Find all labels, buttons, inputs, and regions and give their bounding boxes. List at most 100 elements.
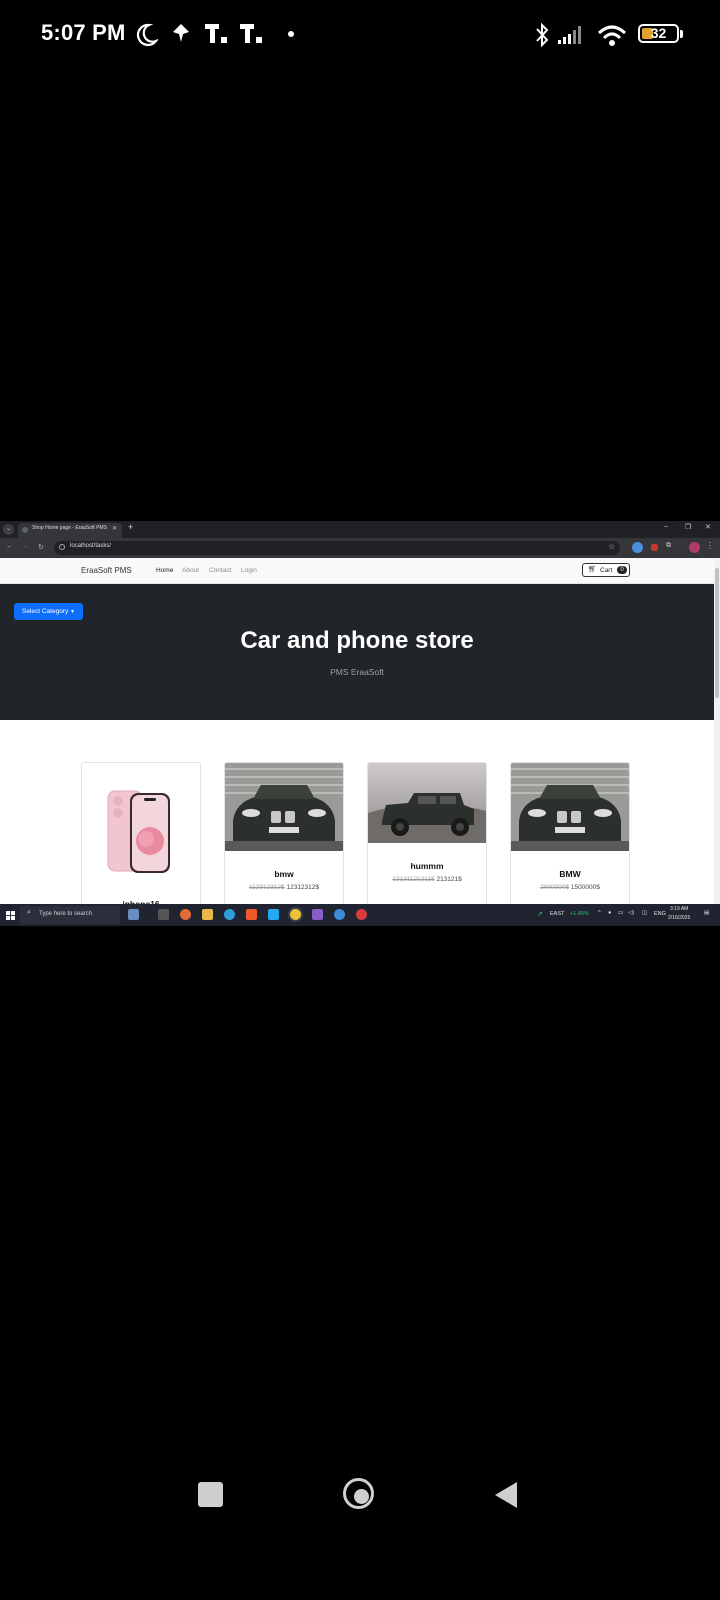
recents-button[interactable] — [198, 1482, 223, 1507]
product-new-price: 1500000$ — [570, 884, 600, 891]
tab-close-icon[interactable]: ✕ — [112, 525, 117, 532]
battery-nub — [680, 30, 683, 38]
dot-icon — [288, 31, 294, 37]
menu-kebab-icon[interactable]: ⋮ — [706, 541, 714, 550]
close-window-icon[interactable]: ✕ — [705, 523, 711, 531]
task-view-icon[interactable] — [158, 909, 169, 920]
stock-trend-icon: ↗ — [537, 911, 543, 918]
volume-icon[interactable]: ◁) — [628, 910, 634, 916]
network-icon[interactable]: ◫ — [642, 910, 647, 916]
notification-icon[interactable]: ▤ — [704, 910, 709, 916]
back-icon[interactable]: ← — [6, 543, 13, 550]
site-info-icon[interactable] — [59, 544, 65, 550]
file-explorer-icon[interactable] — [202, 909, 213, 920]
product-card[interactable]: iphone16 — [81, 762, 201, 922]
edge-icon[interactable] — [224, 909, 235, 920]
product-new-price: 213121$ — [436, 876, 462, 883]
hero-banner: Select Category ▼ Car and phone store PM… — [0, 584, 714, 720]
cart-button[interactable]: 🛒︎ Cart 0 — [582, 563, 630, 577]
battery-level: 32 — [650, 25, 667, 41]
widget-icon[interactable] — [128, 909, 139, 920]
product-image-bmw — [511, 763, 629, 851]
profile-avatar[interactable] — [689, 542, 700, 553]
pin-icon — [173, 24, 189, 42]
new-tab-button[interactable]: + — [128, 522, 133, 532]
scrollbar-thumb[interactable] — [715, 568, 719, 698]
nav-contact[interactable]: Contact — [209, 567, 231, 574]
product-title: bmw — [274, 869, 294, 879]
reload-icon[interactable]: ↻ — [38, 543, 44, 551]
brave-icon[interactable] — [246, 909, 257, 920]
product-old-price: 2000000$ — [540, 884, 570, 891]
hero-subtitle: PMS EraaSoft — [330, 667, 384, 677]
home-button-inner — [354, 1489, 369, 1504]
taskbar-search-box[interactable]: ⌕ Type here to search — [20, 906, 120, 924]
visual-studio-icon[interactable] — [312, 909, 323, 920]
extension-icon[interactable] — [632, 542, 643, 553]
weather-label[interactable]: EAST — [550, 911, 564, 917]
bookmark-star-icon[interactable]: ☆ — [608, 542, 615, 551]
browser-tab-active[interactable]: Shop Home page - EraaSoft PMS ✕ — [18, 523, 122, 538]
product-title: BMW — [559, 869, 581, 879]
product-price: 2000000$ 1500000$ — [511, 884, 629, 891]
cart-label: Cart — [600, 567, 613, 574]
battery-tray-icon[interactable]: ▭ — [618, 910, 623, 916]
browser-tab-strip: ⌄ Shop Home page - EraaSoft PMS ✕ + – ❐ … — [0, 521, 720, 538]
extensions-puzzle-icon[interactable]: ⧉ — [666, 542, 671, 550]
desktop-screenshot: ⌄ Shop Home page - EraaSoft PMS ✕ + – ❐ … — [0, 521, 720, 926]
language-indicator[interactable]: ENG — [654, 911, 666, 917]
product-card[interactable]: hummm 12121121211$ 213121$ — [367, 762, 487, 922]
product-image-hummer — [368, 763, 486, 843]
extension-icon[interactable] — [651, 544, 658, 551]
moon-icon — [136, 23, 158, 46]
back-button[interactable] — [493, 1480, 519, 1510]
favicon-icon — [22, 527, 28, 533]
product-title: hummm — [410, 861, 444, 871]
address-bar[interactable]: localhost/tasks/ ☆ — [54, 541, 620, 555]
vscode-icon[interactable] — [268, 909, 279, 920]
product-card[interactable]: BMW 2000000$ 1500000$ — [510, 762, 630, 922]
url-text: localhost/tasks/ — [70, 543, 112, 549]
minimize-icon[interactable]: – — [664, 523, 668, 530]
copilot-icon[interactable] — [180, 909, 191, 920]
product-card[interactable]: bmw 112312312$ 12312312$ — [224, 762, 344, 922]
product-image-phone — [107, 790, 170, 873]
battery-icon: 32 — [638, 24, 679, 43]
tab-title: Shop Home page - EraaSoft PMS — [32, 525, 108, 531]
site-navbar: EraaSoft PMS Home About Contact Login 🛒︎… — [0, 558, 714, 584]
product-old-price: 112312312$ — [248, 884, 285, 891]
taskbar-time[interactable]: 3:19 AM — [670, 906, 688, 912]
windows-start-icon[interactable] — [6, 911, 15, 920]
product-price: 112312312$ 12312312$ — [225, 884, 343, 891]
taskbar-date[interactable]: 2/16/2025 — [668, 915, 690, 921]
nav-login[interactable]: Login — [241, 567, 257, 574]
hero-title: Car and phone store — [240, 627, 474, 654]
tray-overflow-icon[interactable]: ^ — [598, 910, 601, 916]
mic-icon[interactable]: ● — [608, 910, 611, 916]
forward-icon[interactable]: → — [22, 543, 29, 550]
tab-search-dropdown[interactable]: ⌄ — [3, 524, 14, 535]
wifi-icon — [597, 25, 627, 46]
caret-down-icon: ▼ — [70, 609, 75, 615]
taskbar-search-placeholder: Type here to search — [39, 911, 93, 917]
app-icon[interactable] — [356, 909, 367, 920]
status-time: 5:07 PM — [41, 20, 126, 45]
nav-home[interactable]: Home — [156, 567, 173, 574]
t-app-icon — [205, 24, 227, 43]
chrome-icon[interactable] — [290, 909, 301, 920]
product-old-price: 12121121211$ — [392, 876, 435, 883]
site-brand[interactable]: EraaSoft PMS — [81, 566, 132, 575]
product-price: 12121121211$ 213121$ — [368, 876, 486, 883]
weather-change: +1.45% — [570, 911, 589, 917]
bluetooth-icon — [536, 22, 549, 48]
t-app-icon — [240, 24, 262, 43]
product-new-price: 12312312$ — [286, 884, 320, 891]
browser-toolbar: ← → ↻ localhost/tasks/ ☆ ⧉ ⋮ — [0, 538, 720, 558]
nav-about[interactable]: About — [182, 567, 199, 574]
search-icon: ⌕ — [27, 909, 31, 916]
app-icon[interactable] — [334, 909, 345, 920]
restore-icon[interactable]: ❐ — [685, 523, 691, 531]
select-category-button[interactable]: Select Category ▼ — [14, 603, 83, 620]
windows-taskbar: ⌕ Type here to search ↗ EAST +1.45% ^ ● … — [0, 904, 720, 926]
home-button[interactable] — [343, 1478, 374, 1509]
